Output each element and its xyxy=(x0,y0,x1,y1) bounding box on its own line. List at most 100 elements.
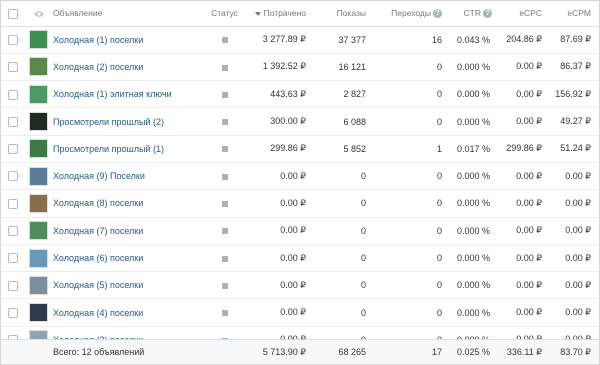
row-checkbox[interactable] xyxy=(7,171,18,182)
ad-name-cell[interactable]: Холодная (1) элитная ключи xyxy=(53,80,203,109)
ad-name-cell[interactable]: Холодная (8) поселки xyxy=(53,189,203,218)
ad-name-link[interactable]: Холодная (1) поселки xyxy=(53,35,143,45)
table-row[interactable]: Просмотрели прошлый (1) 299.86 ₽5 852 1 0.0… xyxy=(1,135,599,163)
ad-name-cell[interactable]: Холодная (7) поселки xyxy=(53,217,203,245)
ctr-cell: 0.000 % xyxy=(450,189,500,218)
row-checkbox[interactable] xyxy=(7,34,18,45)
header-ecpm[interactable]: eCPM xyxy=(550,1,599,27)
status-icon xyxy=(221,228,228,235)
row-checkbox-cell[interactable] xyxy=(1,244,24,273)
eye-icon[interactable] xyxy=(33,10,45,18)
ecpm-cell: 0.00 ₽ xyxy=(550,298,599,327)
row-checkbox[interactable] xyxy=(7,307,18,318)
spent-cell: 443.63 ₽ xyxy=(246,80,314,109)
ads-table: Объявление Статус Потрачено Показы Перех… xyxy=(1,1,599,355)
question-circle-icon[interactable]: ? xyxy=(433,9,442,19)
header-status[interactable]: Статус xyxy=(203,1,246,27)
row-checkbox[interactable] xyxy=(7,198,18,209)
header-clicks[interactable]: Переходы? xyxy=(374,1,450,27)
ads-stats-table: Объявление Статус Потрачено Показы Перех… xyxy=(0,0,600,365)
ad-name-link[interactable]: Холодная (6) поселки xyxy=(53,253,143,263)
header-ecpc[interactable]: eCPC xyxy=(500,1,550,27)
ctr-cell: 0.000 % xyxy=(450,80,500,109)
ecpc-cell: 0.00 ₽ xyxy=(500,298,550,327)
ad-name-cell[interactable]: Холодная (2) поселки xyxy=(53,53,203,82)
ad-name-link[interactable]: Просмотрели прошлый (2) xyxy=(53,117,164,127)
row-checkbox[interactable] xyxy=(7,280,18,291)
row-checkbox-cell[interactable] xyxy=(1,271,24,300)
table-row[interactable]: Просмотрели прошлый (2) 300.00 ₽6 088 0 0.0… xyxy=(1,107,599,136)
header-ad[interactable]: Объявление xyxy=(53,1,203,27)
ecpm-cell: 0.00 ₽ xyxy=(550,244,599,273)
ad-name-link[interactable]: Холодная (2) поселки xyxy=(53,62,143,72)
table-header: Объявление Статус Потрачено Показы Перех… xyxy=(1,1,599,27)
ad-name-link[interactable]: Холодная (7) поселки xyxy=(53,226,143,236)
ad-name-cell[interactable]: Холодная (9) Поселки xyxy=(53,162,203,191)
total-impressions: 68 265 xyxy=(314,340,374,364)
impressions-cell: 37 377 xyxy=(314,26,374,54)
table-row[interactable]: Холодная (5) поселки 0.00 ₽0 0 0.000 % 0.00 … xyxy=(1,271,599,300)
impressions-cell: 0 xyxy=(314,189,374,218)
ad-name-cell[interactable]: Просмотрели прошлый (1) xyxy=(53,135,203,163)
ad-name-link[interactable]: Холодная (5) поселки xyxy=(53,280,143,290)
ecpc-cell: 0.00 ₽ xyxy=(500,271,550,300)
row-checkbox-cell[interactable] xyxy=(1,107,24,136)
table-row[interactable]: Холодная (9) Поселки 0.00 ₽0 0 0.000 % 0.00 … xyxy=(1,162,599,191)
ad-name-link[interactable]: Холодная (8) поселки xyxy=(53,198,143,208)
table-row[interactable]: Холодная (7) поселки 0.00 ₽0 0 0.000 % 0.00 … xyxy=(1,217,599,245)
row-checkbox[interactable] xyxy=(7,62,18,73)
table-row[interactable]: Холодная (1) элитная ключи 443.63 ₽2 827 0… xyxy=(1,80,599,109)
clicks-cell: 0 xyxy=(374,80,450,109)
row-checkbox-cell[interactable] xyxy=(1,80,24,109)
row-checkbox-cell[interactable] xyxy=(1,53,24,82)
ad-name-link[interactable]: Просмотрели прошлый (1) xyxy=(53,144,164,154)
ecpc-cell: 0.00 ₽ xyxy=(500,53,550,82)
status-cell xyxy=(203,53,246,82)
totals-row: Всего: 12 объявлений 5 713.90 ₽ 68 265 1… xyxy=(1,340,599,364)
spent-cell: 0.00 ₽ xyxy=(246,271,314,300)
row-checkbox-cell[interactable] xyxy=(1,26,24,54)
row-checkbox[interactable] xyxy=(7,144,18,155)
spent-cell: 1 392.52 ₽ xyxy=(246,53,314,82)
ad-name-link[interactable]: Холодная (4) поселки xyxy=(53,308,143,318)
ad-name-cell[interactable]: Просмотрели прошлый (2) xyxy=(53,107,203,136)
table-row[interactable]: Холодная (6) поселки 0.00 ₽0 0 0.000 % 0.00 … xyxy=(1,244,599,273)
status-cell xyxy=(203,189,246,218)
row-checkbox-cell[interactable] xyxy=(1,135,24,163)
total-ecpm: 83.70 ₽ xyxy=(550,340,599,364)
spent-cell: 0.00 ₽ xyxy=(246,189,314,218)
row-checkbox-cell[interactable] xyxy=(1,217,24,245)
row-checkbox[interactable] xyxy=(7,89,18,100)
table-row[interactable]: Холодная (4) поселки 0.00 ₽0 0 0.000 % 0.00 … xyxy=(1,298,599,327)
ad-name-link[interactable]: Холодная (1) элитная ключи xyxy=(53,89,172,99)
header-impressions[interactable]: Показы xyxy=(314,1,374,27)
row-checkbox-cell[interactable] xyxy=(1,162,24,191)
ad-name-link[interactable]: Холодная (9) Поселки xyxy=(53,171,145,181)
ad-name-cell[interactable]: Холодная (4) поселки xyxy=(53,298,203,327)
select-all-checkbox[interactable] xyxy=(7,8,18,19)
table-row[interactable]: Холодная (2) поселки 1 392.52 ₽16 121 0 0.0… xyxy=(1,53,599,82)
ecpm-cell: 0.00 ₽ xyxy=(550,162,599,191)
header-spent[interactable]: Потрачено xyxy=(246,1,314,27)
clicks-cell: 0 xyxy=(374,298,450,327)
header-clicks-label: Переходы xyxy=(391,8,431,19)
ad-name-cell[interactable]: Холодная (5) поселки xyxy=(53,271,203,300)
impressions-cell: 0 xyxy=(314,162,374,191)
row-checkbox[interactable] xyxy=(7,253,18,264)
row-checkbox[interactable] xyxy=(7,226,18,237)
impressions-cell: 0 xyxy=(314,244,374,273)
ad-name-cell[interactable]: Холодная (6) поселки xyxy=(53,244,203,273)
header-ctr[interactable]: CTR? xyxy=(450,1,500,27)
ad-thumbnail xyxy=(29,221,48,241)
row-checkbox-cell[interactable] xyxy=(1,189,24,218)
table-row[interactable]: Холодная (1) поселки 3 277.89 ₽37 377 16 0.… xyxy=(1,26,599,54)
row-checkbox[interactable] xyxy=(7,116,18,127)
ad-name-cell[interactable]: Холодная (1) поселки xyxy=(53,26,203,54)
ad-thumbnail-cell xyxy=(24,162,53,191)
question-circle-icon[interactable]: ? xyxy=(483,9,492,19)
row-checkbox-cell[interactable] xyxy=(1,298,24,327)
header-select-all[interactable] xyxy=(1,1,24,27)
impressions-cell: 6 088 xyxy=(314,107,374,136)
header-visibility[interactable] xyxy=(24,1,53,27)
table-row[interactable]: Холодная (8) поселки 0.00 ₽0 0 0.000 % 0.00 … xyxy=(1,189,599,218)
